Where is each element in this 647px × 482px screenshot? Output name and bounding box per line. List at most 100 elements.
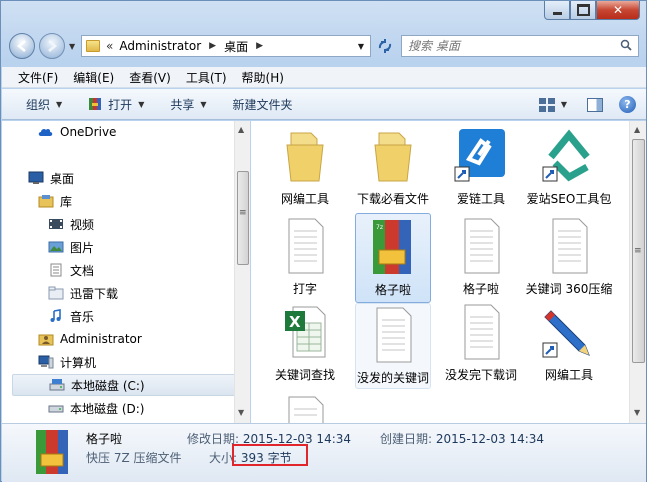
text-file-icon xyxy=(464,218,500,274)
back-button[interactable] xyxy=(9,33,35,59)
explorer-window: ✕ ▼ « Administrator ▶ 桌面 ▶ ▼ 文件(F) 编辑(E xyxy=(0,0,647,482)
nav-item-desktop[interactable]: 桌面 xyxy=(28,167,74,189)
document-icon xyxy=(50,263,62,277)
file-item[interactable]: 没发完下载词 xyxy=(437,303,525,383)
file-item[interactable]: 网编工具 xyxy=(261,127,349,207)
nav-item-pictures[interactable]: 图片 xyxy=(48,236,94,258)
nav-item-music[interactable]: 音乐 xyxy=(48,305,94,327)
nav-item-label: 音乐 xyxy=(70,309,95,324)
file-item-selected[interactable]: 7z 格子啦 xyxy=(355,213,431,303)
share-button[interactable]: 共享 ▼ xyxy=(170,96,206,113)
file-item[interactable]: 格子啦 xyxy=(437,217,525,297)
scroll-thumb[interactable] xyxy=(632,139,645,363)
view-options-dropdown-icon[interactable]: ▼ xyxy=(561,100,567,109)
archive-icon: 7z xyxy=(373,220,411,274)
address-dropdown-icon[interactable]: ▼ xyxy=(358,42,364,51)
nav-item-library[interactable]: 库 xyxy=(38,190,72,212)
new-folder-label: 新建文件夹 xyxy=(232,97,293,112)
file-item[interactable]: 网编工具 xyxy=(525,303,613,383)
computer-icon xyxy=(38,355,54,369)
nav-item-videos[interactable]: 视频 xyxy=(48,213,94,235)
size-highlight-box xyxy=(232,444,308,466)
forward-button[interactable] xyxy=(39,33,65,59)
file-item[interactable] xyxy=(261,395,349,423)
file-label: 网编工具 xyxy=(280,192,329,206)
details-pane: 格子啦 快压 7Z 压缩文件 修改日期: 2015-12-03 14:34 创建… xyxy=(2,423,646,482)
breadcrumb-arrow-icon[interactable]: ▶ xyxy=(256,41,263,51)
refresh-button[interactable] xyxy=(375,35,395,57)
text-file-icon xyxy=(288,218,324,274)
folder-icon xyxy=(48,286,64,300)
menu-help[interactable]: 帮助(H) xyxy=(242,69,284,86)
search-icon[interactable] xyxy=(620,39,632,51)
nav-item-label: OneDrive xyxy=(60,125,117,139)
scroll-up-icon[interactable]: ▲ xyxy=(238,125,244,134)
scroll-down-icon[interactable]: ▼ xyxy=(634,408,640,417)
close-button[interactable]: ✕ xyxy=(596,1,640,20)
file-label: 格子啦 xyxy=(374,283,411,297)
forward-arrow-icon xyxy=(48,40,57,52)
command-bar: 组织 ▼ 打开 ▼ 共享 ▼ 新建文件夹 ▼ ? xyxy=(2,89,646,120)
nav-item-local-disk-c[interactable]: 本地磁盘 (C:) xyxy=(12,374,244,396)
breadcrumb-overflow[interactable]: « xyxy=(106,39,113,53)
music-icon xyxy=(50,309,61,322)
file-item[interactable]: 下载必看文件 xyxy=(349,127,437,207)
search-input[interactable] xyxy=(402,36,602,56)
open-button[interactable]: 打开 ▼ xyxy=(88,96,144,113)
nav-item-label: 视频 xyxy=(70,217,95,232)
file-item[interactable]: 打字 xyxy=(261,217,349,297)
file-item[interactable]: 关键词 360压缩 xyxy=(525,217,613,297)
svg-text:7z: 7z xyxy=(376,224,383,231)
search-box[interactable] xyxy=(401,35,639,57)
help-icon[interactable]: ? xyxy=(619,96,636,113)
file-list-scrollbar[interactable]: ▲ ▼ xyxy=(629,121,646,423)
svg-text:X: X xyxy=(289,313,301,331)
recent-pages-dropdown[interactable]: ▼ xyxy=(69,42,75,51)
menu-edit[interactable]: 编辑(E) xyxy=(73,69,114,86)
file-label: 爱链工具 xyxy=(456,192,505,206)
breadcrumb-administrator[interactable]: Administrator xyxy=(119,39,201,53)
menu-file[interactable]: 文件(F) xyxy=(18,69,58,86)
nav-scrollbar[interactable]: ▲ ▼ xyxy=(234,121,250,423)
nav-item-documents[interactable]: 文档 xyxy=(48,259,94,281)
maximize-button[interactable] xyxy=(570,1,596,20)
created-value: 2015-12-03 14:34 xyxy=(435,432,545,446)
nav-item-computer[interactable]: 计算机 xyxy=(38,351,96,373)
file-item[interactable]: 没发的关键词 xyxy=(355,303,431,389)
chevron-down-icon: ▼ xyxy=(56,99,63,109)
nav-item-label: 本地磁盘 (C:) xyxy=(71,378,145,393)
file-label: 没发的关键词 xyxy=(356,371,429,385)
file-label: 打字 xyxy=(292,282,317,296)
nav-item-label: Administrator xyxy=(60,332,142,346)
text-file-icon xyxy=(376,307,412,363)
nav-item-local-disk-d[interactable]: 本地磁盘 (D:) xyxy=(48,397,144,419)
folder-icon xyxy=(374,132,412,182)
text-file-icon xyxy=(288,396,324,423)
nav-item-label: 图片 xyxy=(70,240,95,255)
view-options-icon[interactable] xyxy=(538,97,555,112)
nav-item-administrator[interactable]: Administrator xyxy=(38,328,142,350)
file-label: 关键词查找 xyxy=(274,368,335,382)
window-caption-buttons: ✕ xyxy=(544,1,640,20)
nav-item-xunlei-downloads[interactable]: 迅雷下载 xyxy=(48,282,118,304)
desktop-icon xyxy=(28,171,44,184)
menu-view[interactable]: 查看(V) xyxy=(129,69,171,86)
menu-tools[interactable]: 工具(T) xyxy=(186,69,227,86)
organize-button[interactable]: 组织 ▼ xyxy=(26,96,62,113)
file-label: 没发完下载词 xyxy=(444,368,517,382)
scroll-thumb[interactable] xyxy=(237,171,249,265)
address-bar[interactable]: « Administrator ▶ 桌面 ▶ ▼ xyxy=(81,35,371,57)
breadcrumb-desktop[interactable]: 桌面 xyxy=(224,38,248,55)
nav-item-label: 文档 xyxy=(70,263,95,278)
file-item[interactable]: 爱站SEO工具包 xyxy=(525,127,613,207)
scroll-down-icon[interactable]: ▼ xyxy=(238,408,244,417)
user-folder-icon xyxy=(38,334,54,346)
preview-pane-icon[interactable] xyxy=(587,97,603,112)
minimize-button[interactable] xyxy=(544,1,570,20)
file-item[interactable]: X 关键词查找 xyxy=(261,303,349,383)
new-folder-button[interactable]: 新建文件夹 xyxy=(233,96,293,113)
nav-item-onedrive[interactable]: OneDrive xyxy=(38,121,116,143)
file-item[interactable]: 爱链工具 xyxy=(437,127,525,207)
scroll-up-icon[interactable]: ▲ xyxy=(634,125,640,134)
breadcrumb-arrow-icon[interactable]: ▶ xyxy=(209,41,216,51)
